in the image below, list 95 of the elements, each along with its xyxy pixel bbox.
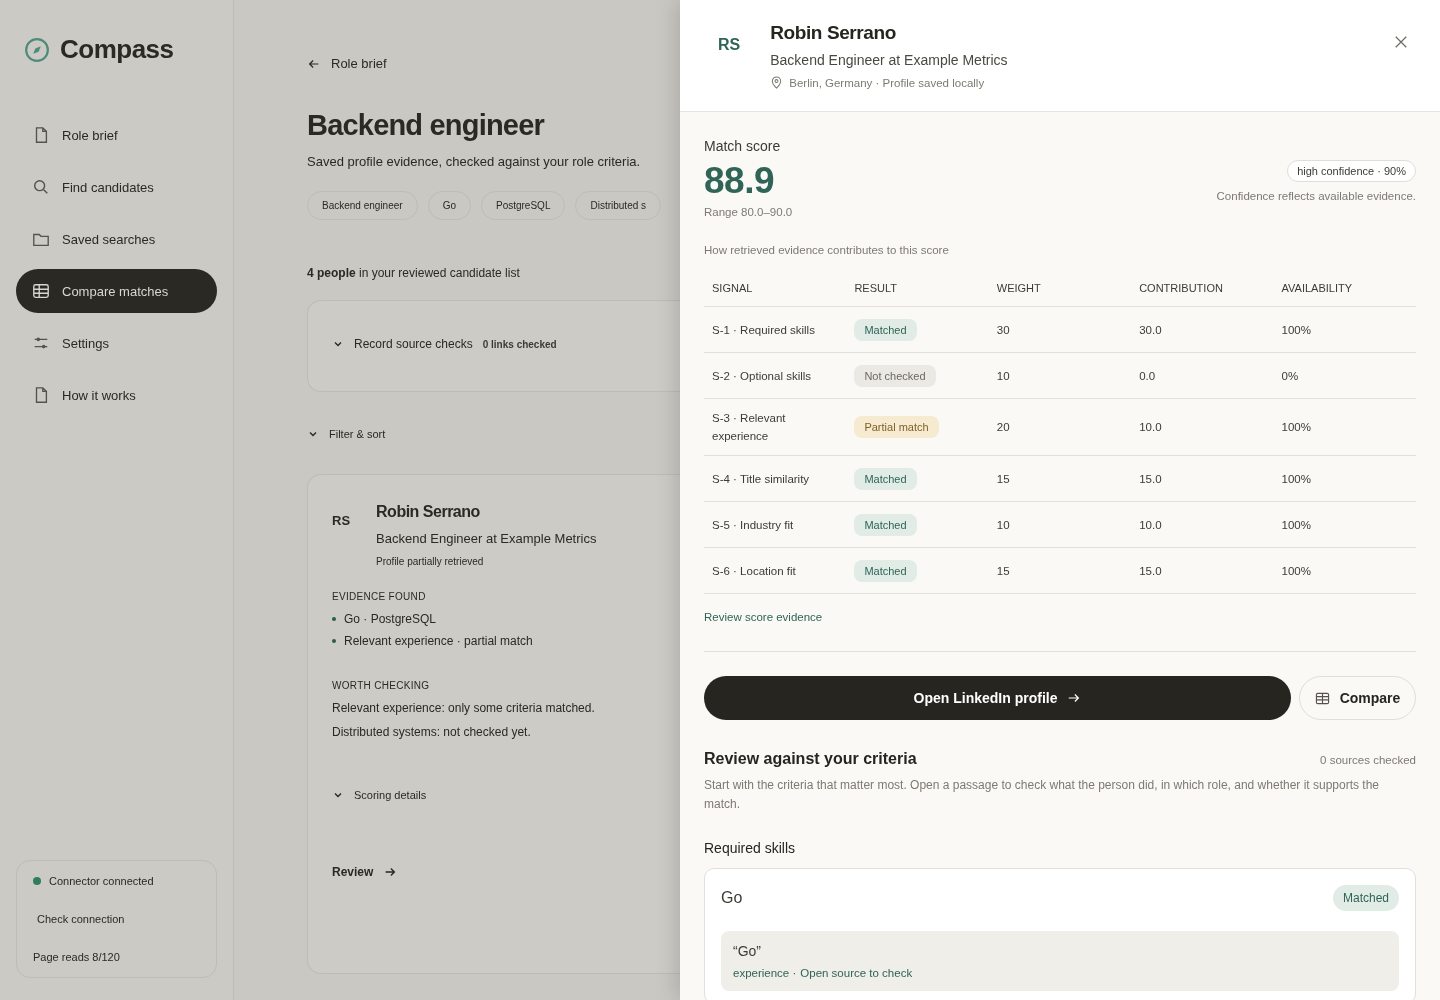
table-cell: 10.0 [1131, 398, 1274, 456]
check-note: Distributed systems: not checked yet. [332, 725, 531, 739]
arrow-right-icon [1067, 691, 1082, 705]
retrieval-note: Profile partially retrieved [376, 556, 485, 567]
page-title: Backend engineer [307, 109, 544, 142]
sidebar-item[interactable]: How it works [16, 373, 217, 417]
confidence-badge: high confidence · 90% [1287, 160, 1416, 182]
table-cell: 15 [988, 547, 1132, 594]
close-icon[interactable] [1394, 35, 1408, 49]
table-cell: 15.0 [1131, 547, 1274, 594]
table-cell: 100% [1273, 547, 1416, 594]
bullet-icon [332, 639, 336, 643]
table-cell: 100% [1273, 306, 1416, 353]
result-badge: Matched [1332, 885, 1399, 911]
table-cell: 15 [988, 455, 1132, 502]
signal-name: S-6 · Location fit [712, 563, 796, 579]
column-header: SIGNAL [704, 270, 847, 307]
sidebar-item[interactable]: Role brief [16, 113, 217, 157]
compass-icon [24, 36, 50, 63]
signal-name: S-3 · Relevant experience [712, 411, 787, 444]
bullet-icon [332, 617, 336, 621]
check-note: Relevant experience: only some criteria matched. [332, 701, 595, 715]
column-header: WEIGHT [988, 270, 1132, 307]
table-icon [1314, 690, 1330, 706]
table-icon [32, 282, 50, 300]
table-cell: 20 [988, 398, 1132, 456]
quote-text: “Go” [733, 943, 762, 959]
result-badge: Matched [854, 467, 917, 490]
open-source-link[interactable]: Open source to check [800, 967, 913, 979]
avatar-initials: RS [332, 513, 351, 530]
section-title: Review against your criteria [704, 750, 917, 768]
scoring-details-toggle[interactable]: Scoring details [332, 789, 427, 801]
sidebar-item[interactable]: Find candidates [16, 165, 217, 209]
location-text: Berlin, Germany · Profile saved locally [789, 76, 985, 89]
candidate-name: Robin Serrano [376, 503, 481, 521]
location-pin-icon [770, 76, 784, 89]
review-evidence-link[interactable]: Review score evidence [704, 611, 823, 623]
table-cell: 0% [1273, 352, 1416, 399]
score-range: Range 80.0–90.0 [704, 206, 793, 218]
review-link[interactable]: Review [332, 865, 398, 879]
table-cell: 15.0 [1131, 455, 1274, 502]
evidence-item: Go · PostgreSQL [344, 612, 437, 626]
table-cell: 10.0 [1131, 501, 1274, 548]
usage-text: Page reads 8/120 [33, 951, 121, 963]
column-header: AVAILABILITY [1273, 270, 1416, 307]
result-badge: Matched [854, 559, 917, 582]
candidate-name: Robin Serrano [770, 22, 897, 44]
evidence-item: Relevant experience · partial match [344, 634, 533, 648]
arrow-right-icon [383, 865, 398, 879]
filter-toggle[interactable]: Filter & sort [307, 428, 386, 440]
check-connection-link[interactable]: Check connection [33, 913, 200, 925]
sidebar-item[interactable]: Saved searches [16, 217, 217, 261]
review-instructions: Start with the criteria that matter most. Open a passage to check what the person did, in which role, and whether it supports the match. [704, 777, 1381, 813]
candidate-role: Backend Engineer at Example Metrics [376, 531, 597, 546]
brand-name: Compass [60, 34, 174, 65]
table-cell: 0.0 [1131, 352, 1274, 399]
result-badge: Partial match [854, 416, 939, 438]
table-cell: 10 [988, 352, 1132, 399]
signal-name: S-2 · Optional skills [712, 368, 812, 384]
table-cell: 10 [988, 501, 1132, 548]
candidate-role: Backend Engineer at Example Metrics [770, 52, 1008, 68]
table-cell: 30 [988, 306, 1132, 353]
column-header: CONTRIBUTION [1131, 270, 1274, 307]
signal-name: S-4 · Title similarity [712, 471, 810, 487]
sources-count: 0 sources checked [1320, 754, 1416, 766]
signal-name: S-5 · Industry fit [712, 517, 794, 533]
open-profile-button[interactable]: Open LinkedIn profile [704, 676, 1291, 720]
source-type: experience · [733, 967, 797, 979]
candidate-count: 4 people in your reviewed candidate list [307, 266, 520, 280]
back-link[interactable]: Role brief [307, 56, 387, 71]
confidence-note: Confidence reflects available evidence. [1216, 190, 1416, 202]
criteria-group-title: Required skills [704, 840, 797, 856]
compare-button[interactable]: Compare [1299, 676, 1416, 720]
sidebar-item[interactable]: Settings [16, 321, 217, 365]
result-badge: Not checked [854, 364, 936, 387]
signal-name: S-1 · Required skills [712, 322, 815, 338]
match-score: 88.9 [704, 160, 775, 202]
criterion-name: Go [721, 889, 743, 907]
table-cell: 100% [1273, 455, 1416, 502]
section-heading: EVIDENCE FOUND [332, 591, 426, 602]
result-badge: Matched [854, 318, 917, 341]
connector-status: Connector connected [49, 875, 154, 887]
avatar-initials: RS [718, 36, 741, 55]
search-icon [32, 178, 50, 196]
table-cell: 30.0 [1131, 306, 1274, 353]
section-heading: WORTH CHECKING [332, 680, 430, 691]
result-badge: Matched [854, 513, 917, 536]
score-label: Match score [704, 138, 782, 154]
page-subtitle: Saved profile evidence, checked against your role criteria. [307, 154, 641, 169]
table-cell: 100% [1273, 501, 1416, 548]
source-checks-toggle[interactable]: Record source checks 0 links checked [332, 337, 680, 351]
column-header: RESULT [846, 270, 989, 307]
sidebar-item[interactable]: Compare matches [16, 269, 217, 313]
table-caption: How retrieved evidence contributes to this score [704, 244, 950, 256]
table-cell: 100% [1273, 398, 1416, 456]
